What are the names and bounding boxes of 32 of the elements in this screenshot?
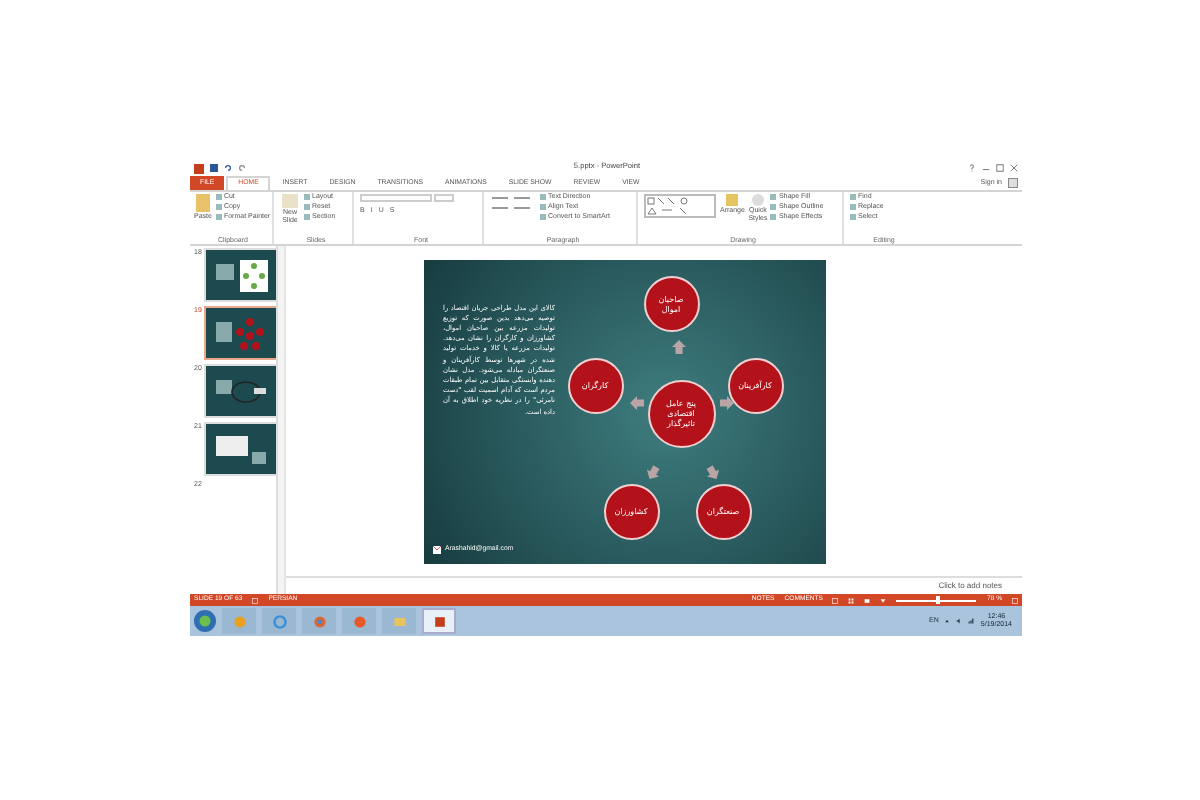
spelling-icon bbox=[252, 597, 259, 603]
slide-thumbnail[interactable] bbox=[205, 308, 276, 358]
save-icon bbox=[210, 164, 218, 172]
slide-thumbnail[interactable] bbox=[205, 424, 276, 474]
arrow-icon bbox=[642, 462, 662, 482]
network-icon bbox=[968, 618, 975, 624]
tray-icon bbox=[944, 618, 951, 624]
arrow-icon bbox=[719, 395, 733, 409]
app-logo-icon bbox=[194, 163, 204, 173]
normal-view-icon bbox=[832, 597, 839, 603]
font-name-field[interactable] bbox=[360, 194, 432, 202]
help-icon bbox=[968, 164, 976, 172]
arrow-icon bbox=[629, 395, 643, 409]
slide-thumbnail[interactable] bbox=[205, 366, 276, 416]
slide-thumbnail[interactable] bbox=[205, 250, 276, 300]
redo-icon bbox=[238, 164, 246, 172]
scrollbar[interactable] bbox=[278, 246, 286, 594]
taskbar-app-icon[interactable] bbox=[422, 608, 456, 634]
shapes-gallery-icon bbox=[644, 194, 716, 218]
font-size-field[interactable] bbox=[434, 194, 454, 202]
diagram-drawing bbox=[210, 255, 271, 295]
list-icon bbox=[490, 194, 534, 214]
close-icon bbox=[1010, 164, 1018, 172]
arrow-icon bbox=[671, 339, 685, 353]
arrow-icon bbox=[702, 462, 722, 482]
start-icon bbox=[194, 610, 216, 632]
maximize-icon bbox=[996, 164, 1004, 172]
undo-icon bbox=[224, 164, 232, 172]
mail-icon bbox=[431, 545, 441, 554]
grid-view-icon bbox=[848, 597, 855, 603]
minimize-icon bbox=[982, 164, 990, 172]
fit-slide-icon bbox=[1012, 597, 1018, 603]
